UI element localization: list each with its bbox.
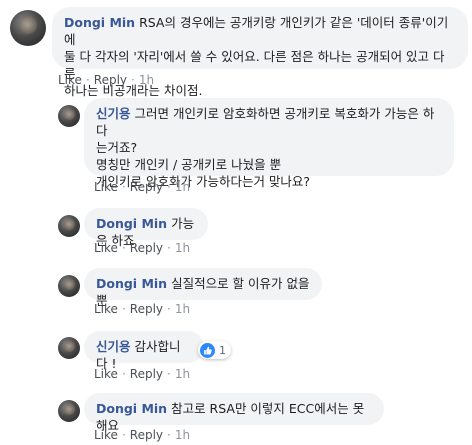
reply-comment: 신기용 감사합니다 ! 1 Like · Reply · 1h xyxy=(0,325,472,390)
timestamp[interactable]: 1h xyxy=(175,180,190,194)
separator-dot: · xyxy=(131,73,135,87)
reply-button[interactable]: Reply xyxy=(130,302,163,316)
separator-dot: · xyxy=(121,180,126,194)
reaction-count[interactable]: 1 xyxy=(198,341,231,359)
comment-actions: Like · Reply · 1h xyxy=(94,302,190,316)
like-button[interactable]: Like xyxy=(94,428,118,442)
comment-actions: Like · Reply · 1h xyxy=(94,241,190,255)
comment-bubble: Dongi Min 참고로 RSA만 이렇지 ECC에서는 못해요 xyxy=(84,393,384,433)
like-button[interactable]: Like xyxy=(94,180,118,194)
thumbs-up-icon xyxy=(200,342,215,358)
comment-actions: Like · Reply · 1h xyxy=(94,428,190,442)
timestamp[interactable]: 1h xyxy=(139,73,154,87)
comment-bubble: 신기용 그러면 개인키로 암호화하면 공개키로 복호화가 가능은 하다 는거죠? … xyxy=(84,98,454,189)
author-name[interactable]: Dongi Min xyxy=(96,216,167,231)
comment-bubble: Dongi Min 가능은 하죠 xyxy=(84,208,208,248)
comment-actions: Like · Reply · 1h xyxy=(58,73,154,87)
separator-dot: · xyxy=(167,428,171,442)
separator-dot: · xyxy=(167,302,171,316)
separator-dot: · xyxy=(167,180,171,194)
avatar[interactable] xyxy=(58,215,80,237)
separator-dot: · xyxy=(121,367,126,381)
author-name[interactable]: Dongi Min xyxy=(96,401,167,416)
comment-top-level: Dongi Min RSA의 경우에는 공개키랑 개인키가 같은 '데이터 종류'… xyxy=(0,0,472,98)
comment-bubble: Dongi Min RSA의 경우에는 공개키랑 개인키가 같은 '데이터 종류'… xyxy=(52,7,468,98)
like-button[interactable]: Like xyxy=(94,241,118,255)
avatar[interactable] xyxy=(10,10,46,46)
avatar[interactable] xyxy=(58,275,80,297)
reply-button[interactable]: Reply xyxy=(130,367,163,381)
separator-dot: · xyxy=(121,241,126,255)
separator-dot: · xyxy=(121,428,126,442)
timestamp[interactable]: 1h xyxy=(175,302,190,316)
reaction-count-value: 1 xyxy=(219,343,226,357)
reply-button[interactable]: Reply xyxy=(94,73,127,87)
reply-comment: Dongi Min 참고로 RSA만 이렇지 ECC에서는 못해요 Like · Re… xyxy=(0,390,472,445)
comment-actions: Like · Reply · 1h xyxy=(94,367,190,381)
author-name[interactable]: Dongi Min xyxy=(96,276,167,291)
avatar[interactable] xyxy=(58,105,80,127)
reply-comment: 신기용 그러면 개인키로 암호화하면 공개키로 복호화가 가능은 하다 는거죠? … xyxy=(0,95,472,205)
like-button[interactable]: Like xyxy=(94,302,118,316)
like-button[interactable]: Like xyxy=(58,73,82,87)
separator-dot: · xyxy=(167,367,171,381)
avatar[interactable] xyxy=(58,337,80,359)
reply-button[interactable]: Reply xyxy=(130,241,163,255)
separator-dot: · xyxy=(85,73,90,87)
like-button[interactable]: Like xyxy=(94,367,118,381)
author-name[interactable]: 신기용 xyxy=(96,339,131,354)
author-name[interactable]: Dongi Min xyxy=(64,15,135,30)
comment-bubble: 신기용 감사합니다 ! xyxy=(84,331,204,371)
avatar[interactable] xyxy=(58,400,80,422)
timestamp[interactable]: 1h xyxy=(175,428,190,442)
reply-button[interactable]: Reply xyxy=(130,428,163,442)
comment-bubble: Dongi Min 실질적으로 할 이유가 없을뿐 xyxy=(84,268,322,308)
author-name[interactable]: 신기용 xyxy=(96,106,131,121)
comment-text: 그러면 개인키로 암호화하면 공개키로 복호화가 가능은 하다 는거죠? 명칭만… xyxy=(96,106,435,189)
reply-button[interactable]: Reply xyxy=(130,180,163,194)
reply-comment: Dongi Min 가능은 하죠 Like · Reply · 1h xyxy=(0,205,472,265)
comment-actions: Like · Reply · 1h xyxy=(94,180,190,194)
separator-dot: · xyxy=(121,302,126,316)
reply-comment: Dongi Min 실질적으로 할 이유가 없을뿐 Like · Reply · 1h xyxy=(0,265,472,325)
timestamp[interactable]: 1h xyxy=(175,367,190,381)
separator-dot: · xyxy=(167,241,171,255)
timestamp[interactable]: 1h xyxy=(175,241,190,255)
